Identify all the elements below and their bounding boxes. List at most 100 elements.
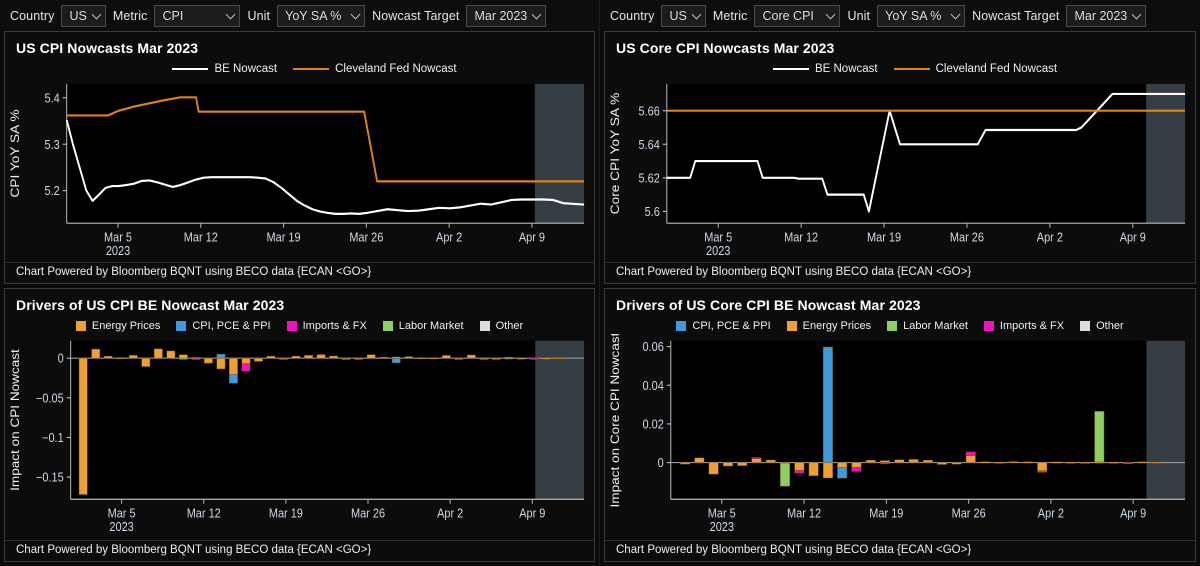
legend-label-imports-fx: Imports & FX (999, 320, 1065, 332)
panel-us-core-cpi-nowcasts: US Core CPI Nowcasts Mar 2023 BE Nowcast… (604, 31, 1196, 284)
svg-text:Mar 26: Mar 26 (349, 231, 383, 245)
legend-label-be-nowcast: BE Nowcast (814, 63, 878, 75)
legend-item-cpi-pce-ppi[interactable]: CPI, PCE & PPI (176, 320, 271, 332)
svg-text:Mar 12: Mar 12 (784, 231, 818, 245)
chevron-down-icon (950, 9, 961, 19)
svg-text:Apr 9: Apr 9 (1120, 231, 1146, 245)
panel-drivers-us-core-cpi: Drivers of US Core CPI BE Nowcast Mar 20… (604, 288, 1196, 562)
svg-text:Mar 12: Mar 12 (184, 231, 218, 245)
legend-us-core-cpi-nowcasts: BE Nowcast Cleveland Fed Nowcast (605, 56, 1195, 77)
plot-drivers-us-cpi[interactable]: 0 −0.05 −0.1 −0.15 Mar 5 2023 Mar 12 Mar 19 Mar … (5, 334, 594, 540)
metric-select[interactable]: Core CPI (754, 4, 841, 27)
legend-item-be-nowcast[interactable]: BE Nowcast (772, 63, 878, 75)
legend-label-cleveland-fed-nowcast: Cleveland Fed Nowcast (335, 63, 457, 75)
svg-text:Mar 5: Mar 5 (704, 231, 732, 245)
legend-swatch-cleveland-fed-nowcast (293, 67, 330, 71)
legend-drivers-us-cpi: Energy Prices CPI, PCE & PPI Imports & F… (5, 313, 594, 334)
chevron-down-icon (91, 9, 102, 19)
country-select-value: US (69, 8, 87, 23)
nowcast-target-select[interactable]: Mar 2023 (466, 4, 547, 27)
legend-swatch-labor-market (887, 321, 898, 331)
plot-us-cpi-nowcasts[interactable]: 5.2 5.3 5.4 Mar 5 2023 Mar 12 Mar 19 Mar 26 Apr … (5, 77, 594, 262)
nowcast-target-select-value: Mar 2023 (474, 8, 528, 23)
svg-text:Mar 26: Mar 26 (351, 507, 385, 521)
legend-swatch-cpi-pce-ppi (176, 321, 187, 331)
legend-item-other[interactable]: Other (479, 320, 523, 332)
legend-item-imports-fx[interactable]: Imports & FX (983, 320, 1065, 332)
unit-select-value: YoY SA % (285, 8, 342, 23)
metric-select[interactable]: CPI (154, 4, 241, 27)
svg-text:Apr 2: Apr 2 (436, 231, 462, 245)
legend-item-energy-prices[interactable]: Energy Prices (75, 320, 161, 332)
chevron-down-icon (1132, 9, 1142, 19)
legend-drivers-us-core-cpi: CPI, PCE & PPI Energy Prices Labor Marke… (605, 313, 1195, 334)
dashboard-columns: Country US Metric CPI Unit YoY SA % Nowc… (0, 0, 1200, 566)
legend-item-energy-prices[interactable]: Energy Prices (786, 320, 872, 332)
nowcast-target-select[interactable]: Mar 2023 (1066, 4, 1147, 27)
legend-swatch-cleveland-fed-nowcast (893, 67, 930, 71)
legend-item-labor-market[interactable]: Labor Market (382, 320, 464, 332)
footer-drivers-us-core-cpi: Chart Powered by Bloomberg BQNT using BE… (605, 540, 1195, 561)
legend-us-cpi-nowcasts: BE Nowcast Cleveland Fed Nowcast (5, 56, 594, 77)
svg-text:CPI YoY SA %: CPI YoY SA % (8, 109, 22, 197)
plot-drivers-us-core-cpi[interactable]: 0 0.02 0.04 0.06 Mar 5 2023 Mar 12 Mar 19 Mar 26… (605, 334, 1195, 540)
svg-text:5.3: 5.3 (45, 138, 61, 152)
svg-text:Mar 5: Mar 5 (108, 507, 136, 521)
svg-text:Mar 19: Mar 19 (269, 507, 303, 521)
legend-label-cpi-pce-ppi: CPI, PCE & PPI (692, 320, 771, 332)
svg-text:2023: 2023 (109, 520, 133, 534)
svg-text:2023: 2023 (706, 244, 731, 258)
footer-us-cpi-nowcasts: Chart Powered by Bloomberg BQNT using BE… (5, 262, 594, 283)
legend-label-other: Other (1096, 320, 1124, 332)
svg-text:Mar 19: Mar 19 (867, 231, 901, 245)
legend-label-energy-prices: Energy Prices (802, 320, 872, 332)
unit-label: Unit (247, 8, 271, 23)
svg-text:0.02: 0.02 (642, 418, 663, 432)
chevron-down-icon (532, 9, 542, 19)
legend-label-energy-prices: Energy Prices (91, 320, 161, 332)
svg-text:Impact on CPI Nowcast: Impact on CPI Nowcast (8, 349, 22, 491)
legend-item-be-nowcast[interactable]: BE Nowcast (172, 63, 277, 75)
unit-select-value: YoY SA % (885, 8, 942, 23)
country-select[interactable]: US (661, 4, 706, 27)
svg-text:−0.05: −0.05 (36, 392, 64, 406)
country-select-value: US (669, 8, 687, 23)
unit-select[interactable]: YoY SA % (277, 4, 366, 27)
legend-label-imports-fx: Imports & FX (302, 320, 367, 332)
svg-text:Mar 5: Mar 5 (104, 231, 132, 245)
svg-text:−0.1: −0.1 (42, 431, 64, 445)
legend-swatch-imports-fx (983, 321, 994, 331)
svg-text:Mar 19: Mar 19 (267, 231, 301, 245)
chevron-down-icon (691, 9, 702, 19)
legend-label-cleveland-fed-nowcast: Cleveland Fed Nowcast (935, 63, 1058, 75)
legend-item-labor-market[interactable]: Labor Market (887, 320, 968, 332)
legend-item-other[interactable]: Other (1080, 320, 1124, 332)
legend-swatch-cpi-pce-ppi (676, 321, 687, 331)
country-label: Country (610, 8, 655, 23)
unit-select[interactable]: YoY SA % (877, 4, 966, 27)
svg-text:5.2: 5.2 (45, 185, 60, 199)
svg-text:5.64: 5.64 (639, 138, 661, 152)
country-select[interactable]: US (61, 4, 106, 27)
nowcast-target-label: Nowcast Target (372, 8, 460, 23)
svg-text:Mar 19: Mar 19 (869, 507, 903, 521)
legend-item-cpi-pce-ppi[interactable]: CPI, PCE & PPI (676, 320, 771, 332)
legend-item-cleveland-fed-nowcast[interactable]: Cleveland Fed Nowcast (893, 63, 1058, 75)
legend-label-labor-market: Labor Market (398, 320, 464, 332)
legend-item-cleveland-fed-nowcast[interactable]: Cleveland Fed Nowcast (293, 63, 457, 75)
legend-label-cpi-pce-ppi: CPI, PCE & PPI (192, 320, 271, 332)
legend-swatch-other (479, 321, 490, 331)
svg-text:Core CPI YoY SA %: Core CPI YoY SA % (608, 93, 622, 215)
nowcast-dashboard: Country US Metric CPI Unit YoY SA % Nowc… (0, 0, 1200, 566)
chevron-down-icon (826, 9, 836, 19)
metric-label: Metric (112, 8, 148, 23)
panel-us-cpi-nowcasts: US CPI Nowcasts Mar 2023 BE Nowcast Clev… (4, 31, 595, 284)
panel-drivers-us-cpi: Drivers of US CPI BE Nowcast Mar 2023 En… (4, 288, 595, 562)
legend-item-imports-fx[interactable]: Imports & FX (286, 320, 367, 332)
svg-text:−0.15: −0.15 (36, 471, 64, 485)
panel-title-us-cpi-nowcasts: US CPI Nowcasts Mar 2023 (16, 40, 199, 56)
legend-swatch-be-nowcast (772, 67, 809, 71)
legend-swatch-energy-prices (786, 321, 797, 331)
svg-text:Apr 2: Apr 2 (1038, 507, 1064, 521)
plot-us-core-cpi-nowcasts[interactable]: 5.6 5.62 5.64 5.66 Mar 5 2023 Mar 12 Mar 19 Mar … (605, 77, 1195, 262)
